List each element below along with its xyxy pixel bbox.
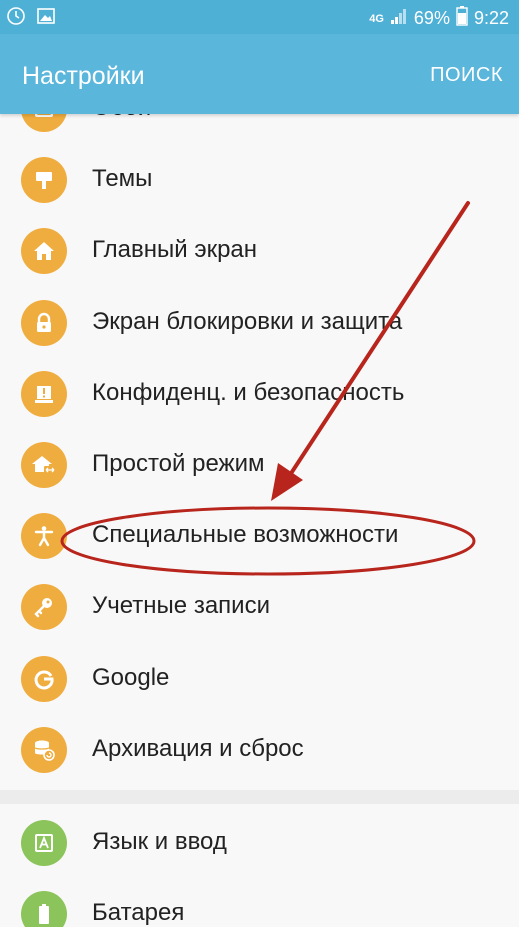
lock-icon xyxy=(21,299,67,346)
settings-item-label: Язык и ввод xyxy=(92,827,227,855)
easy-mode-icon xyxy=(21,441,67,488)
settings-item-label: Простой режим xyxy=(92,449,265,477)
language-icon xyxy=(21,819,67,866)
settings-item-label: Главный экран xyxy=(92,236,258,264)
settings-item-label: Экран блокировки и защита xyxy=(92,307,403,335)
settings-item-easy-mode[interactable]: Простой режим xyxy=(0,430,519,501)
settings-item-label: Батарея xyxy=(92,899,185,927)
settings-item-label: Google xyxy=(92,663,170,691)
settings-item-label: Темы xyxy=(92,165,153,193)
key-icon xyxy=(21,584,67,631)
accessibility-icon xyxy=(21,513,67,560)
status-time: 9:22 xyxy=(473,8,509,28)
network-type-label: 4G xyxy=(369,12,384,25)
settings-list[interactable]: Обои Темы Главный экран Экран блокировки… xyxy=(0,114,519,927)
settings-item-backup-reset[interactable]: Архивация и сброс xyxy=(0,715,519,786)
settings-item-accounts[interactable]: Учетные записи xyxy=(0,572,519,643)
theme-brush-icon xyxy=(21,157,67,204)
settings-item-accessibility[interactable]: Специальные возможности xyxy=(0,501,519,572)
settings-item-battery[interactable]: Батарея xyxy=(0,879,519,927)
home-icon xyxy=(21,228,67,275)
settings-item-label: Специальные возможности xyxy=(92,521,399,549)
section-divider xyxy=(0,789,519,804)
app-bar: Настройки ПОИСК xyxy=(0,34,519,114)
google-icon xyxy=(21,655,67,702)
signal-icon xyxy=(390,7,408,30)
settings-item-label: Конфиденц. и безопасность xyxy=(92,378,405,406)
privacy-shield-icon xyxy=(21,370,67,417)
battery-icon xyxy=(21,891,67,927)
clock-alarm-icon xyxy=(6,6,26,31)
settings-item-label: Обои xyxy=(92,114,151,122)
settings-item-lock-screen[interactable]: Экран блокировки и защита xyxy=(0,288,519,359)
settings-item-label: Учетные записи xyxy=(92,592,270,620)
status-bar: 4G 69% 9:22 xyxy=(0,0,519,34)
settings-item-home-screen[interactable]: Главный экран xyxy=(0,216,519,287)
backup-reset-icon xyxy=(21,726,67,773)
settings-item-google[interactable]: Google xyxy=(0,644,519,715)
search-button[interactable]: ПОИСК xyxy=(430,64,503,87)
image-notification-icon xyxy=(36,6,56,31)
settings-item-wallpaper[interactable]: Обои xyxy=(0,114,519,145)
wallpaper-icon xyxy=(21,114,67,132)
battery-percent: 69% xyxy=(413,8,450,28)
settings-item-themes[interactable]: Темы xyxy=(0,145,519,216)
settings-item-label: Архивация и сброс xyxy=(92,734,304,762)
settings-item-privacy[interactable]: Конфиденц. и безопасность xyxy=(0,359,519,430)
page-title: Настройки xyxy=(22,62,145,90)
settings-item-language-input[interactable]: Язык и ввод xyxy=(0,808,519,879)
battery-status-icon xyxy=(456,6,468,31)
